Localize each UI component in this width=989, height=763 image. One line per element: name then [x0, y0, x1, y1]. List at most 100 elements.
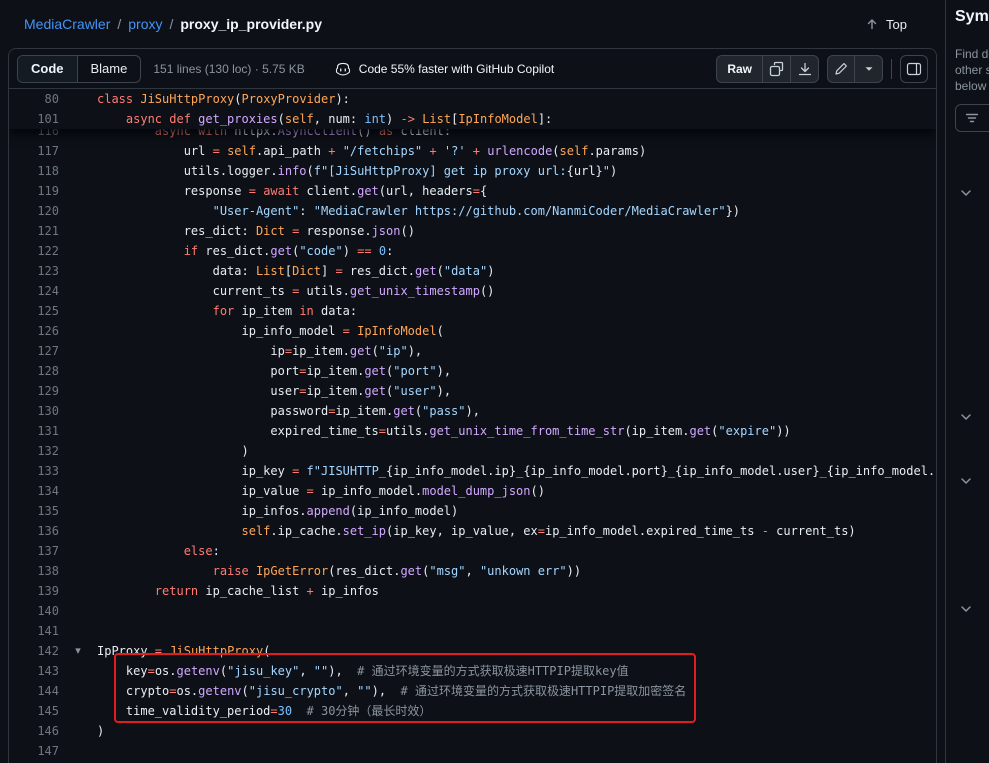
- fold-chevron-icon[interactable]: ▾: [59, 641, 97, 661]
- edit-dropdown-button[interactable]: [855, 55, 883, 83]
- fold-gutter: [59, 361, 97, 381]
- symbol-expander[interactable]: [956, 600, 976, 620]
- code-line: 137 else:: [9, 541, 936, 561]
- fold-gutter: [59, 221, 97, 241]
- line-number[interactable]: 128: [9, 361, 59, 381]
- line-number[interactable]: 101: [9, 109, 59, 129]
- copy-button[interactable]: [763, 55, 791, 83]
- code-line: 142▾IpProxy = JiSuHttpProxy(: [9, 641, 936, 661]
- fold-gutter: [59, 301, 97, 321]
- line-number[interactable]: 140: [9, 601, 59, 621]
- side-panel-icon: [906, 61, 922, 77]
- fold-gutter: [59, 181, 97, 201]
- sticky-context-lines: 80class JiSuHttpProxy(ProxyProvider):101…: [9, 89, 936, 129]
- line-number[interactable]: 141: [9, 621, 59, 641]
- line-number[interactable]: 133: [9, 461, 59, 481]
- code-text: "User-Agent": "MediaCrawler https://gith…: [97, 201, 740, 221]
- filter-symbols-input[interactable]: [955, 104, 989, 132]
- code-line: 117 url = self.api_path + "/fetchips" + …: [9, 141, 936, 161]
- line-number[interactable]: 123: [9, 261, 59, 281]
- code-text: port=ip_item.get("port"),: [97, 361, 451, 381]
- line-number[interactable]: 147: [9, 741, 59, 761]
- symbol-expander[interactable]: [956, 184, 976, 204]
- line-number[interactable]: 131: [9, 421, 59, 441]
- line-number[interactable]: 117: [9, 141, 59, 161]
- code-text: data: List[Dict] = res_dict.get("data"): [97, 261, 494, 281]
- symbol-expander[interactable]: [956, 472, 976, 492]
- line-number[interactable]: 137: [9, 541, 59, 561]
- code-content: 116 async with httpx.AsyncClient() as cl…: [9, 121, 936, 761]
- fold-gutter: [59, 341, 97, 361]
- line-number[interactable]: 120: [9, 201, 59, 221]
- raw-button-group: Raw: [716, 55, 819, 83]
- symbols-description-line: below or in the code.: [955, 78, 989, 94]
- fold-gutter: [59, 621, 97, 641]
- breadcrumb-folder-link[interactable]: proxy: [128, 16, 162, 32]
- line-number[interactable]: 80: [9, 89, 59, 109]
- code-text: for ip_item in data:: [97, 301, 357, 321]
- line-number[interactable]: 135: [9, 501, 59, 521]
- line-number[interactable]: 136: [9, 521, 59, 541]
- line-number[interactable]: 127: [9, 341, 59, 361]
- line-number[interactable]: 142: [9, 641, 59, 661]
- code-text: raise IpGetError(res_dict.get("msg", "un…: [97, 561, 581, 581]
- line-number[interactable]: 129: [9, 381, 59, 401]
- code-blame-switcher: Code Blame: [17, 55, 141, 83]
- tab-code[interactable]: Code: [18, 56, 78, 82]
- code-text: class JiSuHttpProxy(ProxyProvider):: [97, 89, 350, 109]
- line-number[interactable]: 119: [9, 181, 59, 201]
- line-number[interactable]: 132: [9, 441, 59, 461]
- copilot-banner[interactable]: Code 55% faster with GitHub Copilot: [335, 61, 554, 77]
- fold-gutter: [59, 109, 97, 129]
- tab-blame[interactable]: Blame: [78, 56, 141, 82]
- line-number[interactable]: 146: [9, 721, 59, 741]
- copilot-banner-text: Code 55% faster with GitHub Copilot: [359, 62, 554, 76]
- breadcrumb-repo-link[interactable]: MediaCrawler: [24, 16, 110, 32]
- line-number[interactable]: 139: [9, 581, 59, 601]
- file-container: Code Blame 151 lines (130 loc) · 5.75 KB…: [8, 48, 937, 763]
- chevron-down-icon: [958, 185, 974, 201]
- toolbar-divider: [891, 59, 892, 79]
- code-line: 132 ): [9, 441, 936, 461]
- fold-gutter: [59, 281, 97, 301]
- code-text: password=ip_item.get("pass"),: [97, 401, 480, 421]
- fold-gutter: [59, 141, 97, 161]
- code-line: 80 class JiSuHttpProxy(ProxyProvider):: [9, 89, 936, 109]
- fold-gutter: [59, 89, 97, 109]
- edit-button[interactable]: [827, 55, 855, 83]
- line-number[interactable]: 125: [9, 301, 59, 321]
- fold-gutter: [59, 241, 97, 261]
- code-line: 119 response = await client.get(url, hea…: [9, 181, 936, 201]
- line-number[interactable]: 143: [9, 661, 59, 681]
- code-line: 147: [9, 741, 936, 761]
- code-text: async def get_proxies(self, num: int) ->…: [97, 109, 552, 129]
- line-number[interactable]: 134: [9, 481, 59, 501]
- line-number[interactable]: 121: [9, 221, 59, 241]
- file-meta: 151 lines (130 loc) · 5.75 KB: [153, 62, 304, 76]
- code-line: 130 password=ip_item.get("pass"),: [9, 401, 936, 421]
- line-number[interactable]: 126: [9, 321, 59, 341]
- symbol-expander[interactable]: [956, 408, 976, 428]
- line-number[interactable]: 130: [9, 401, 59, 421]
- line-number[interactable]: 122: [9, 241, 59, 261]
- symbols-description: Find definitions and references for func…: [955, 46, 989, 94]
- line-number[interactable]: 145: [9, 701, 59, 721]
- code-line: 101 async def get_proxies(self, num: int…: [9, 109, 936, 129]
- file-header: MediaCrawler / proxy / proxy_ip_provider…: [0, 0, 945, 48]
- code-text: user=ip_item.get("user"),: [97, 381, 451, 401]
- code-text: key=os.getenv("jisu_key", ""), # 通过环境变量的…: [97, 661, 629, 681]
- code-text: ip_infos.append(ip_info_model): [97, 501, 458, 521]
- code-text: ip_info_model = IpInfoModel(: [97, 321, 444, 341]
- code-line: 129 user=ip_item.get("user"),: [9, 381, 936, 401]
- symbols-panel-toggle-button[interactable]: [900, 55, 928, 83]
- line-number[interactable]: 118: [9, 161, 59, 181]
- line-number[interactable]: 144: [9, 681, 59, 701]
- scroll-to-top-button[interactable]: Top: [856, 12, 915, 36]
- line-number[interactable]: 138: [9, 561, 59, 581]
- code-text: utils.logger.info(f"[JiSuHttpProxy] get …: [97, 161, 617, 181]
- line-number[interactable]: 124: [9, 281, 59, 301]
- download-button[interactable]: [791, 55, 819, 83]
- raw-button[interactable]: Raw: [716, 55, 763, 83]
- code-line: 138 raise IpGetError(res_dict.get("msg",…: [9, 561, 936, 581]
- code-line: 136 self.ip_cache.set_ip(ip_key, ip_valu…: [9, 521, 936, 541]
